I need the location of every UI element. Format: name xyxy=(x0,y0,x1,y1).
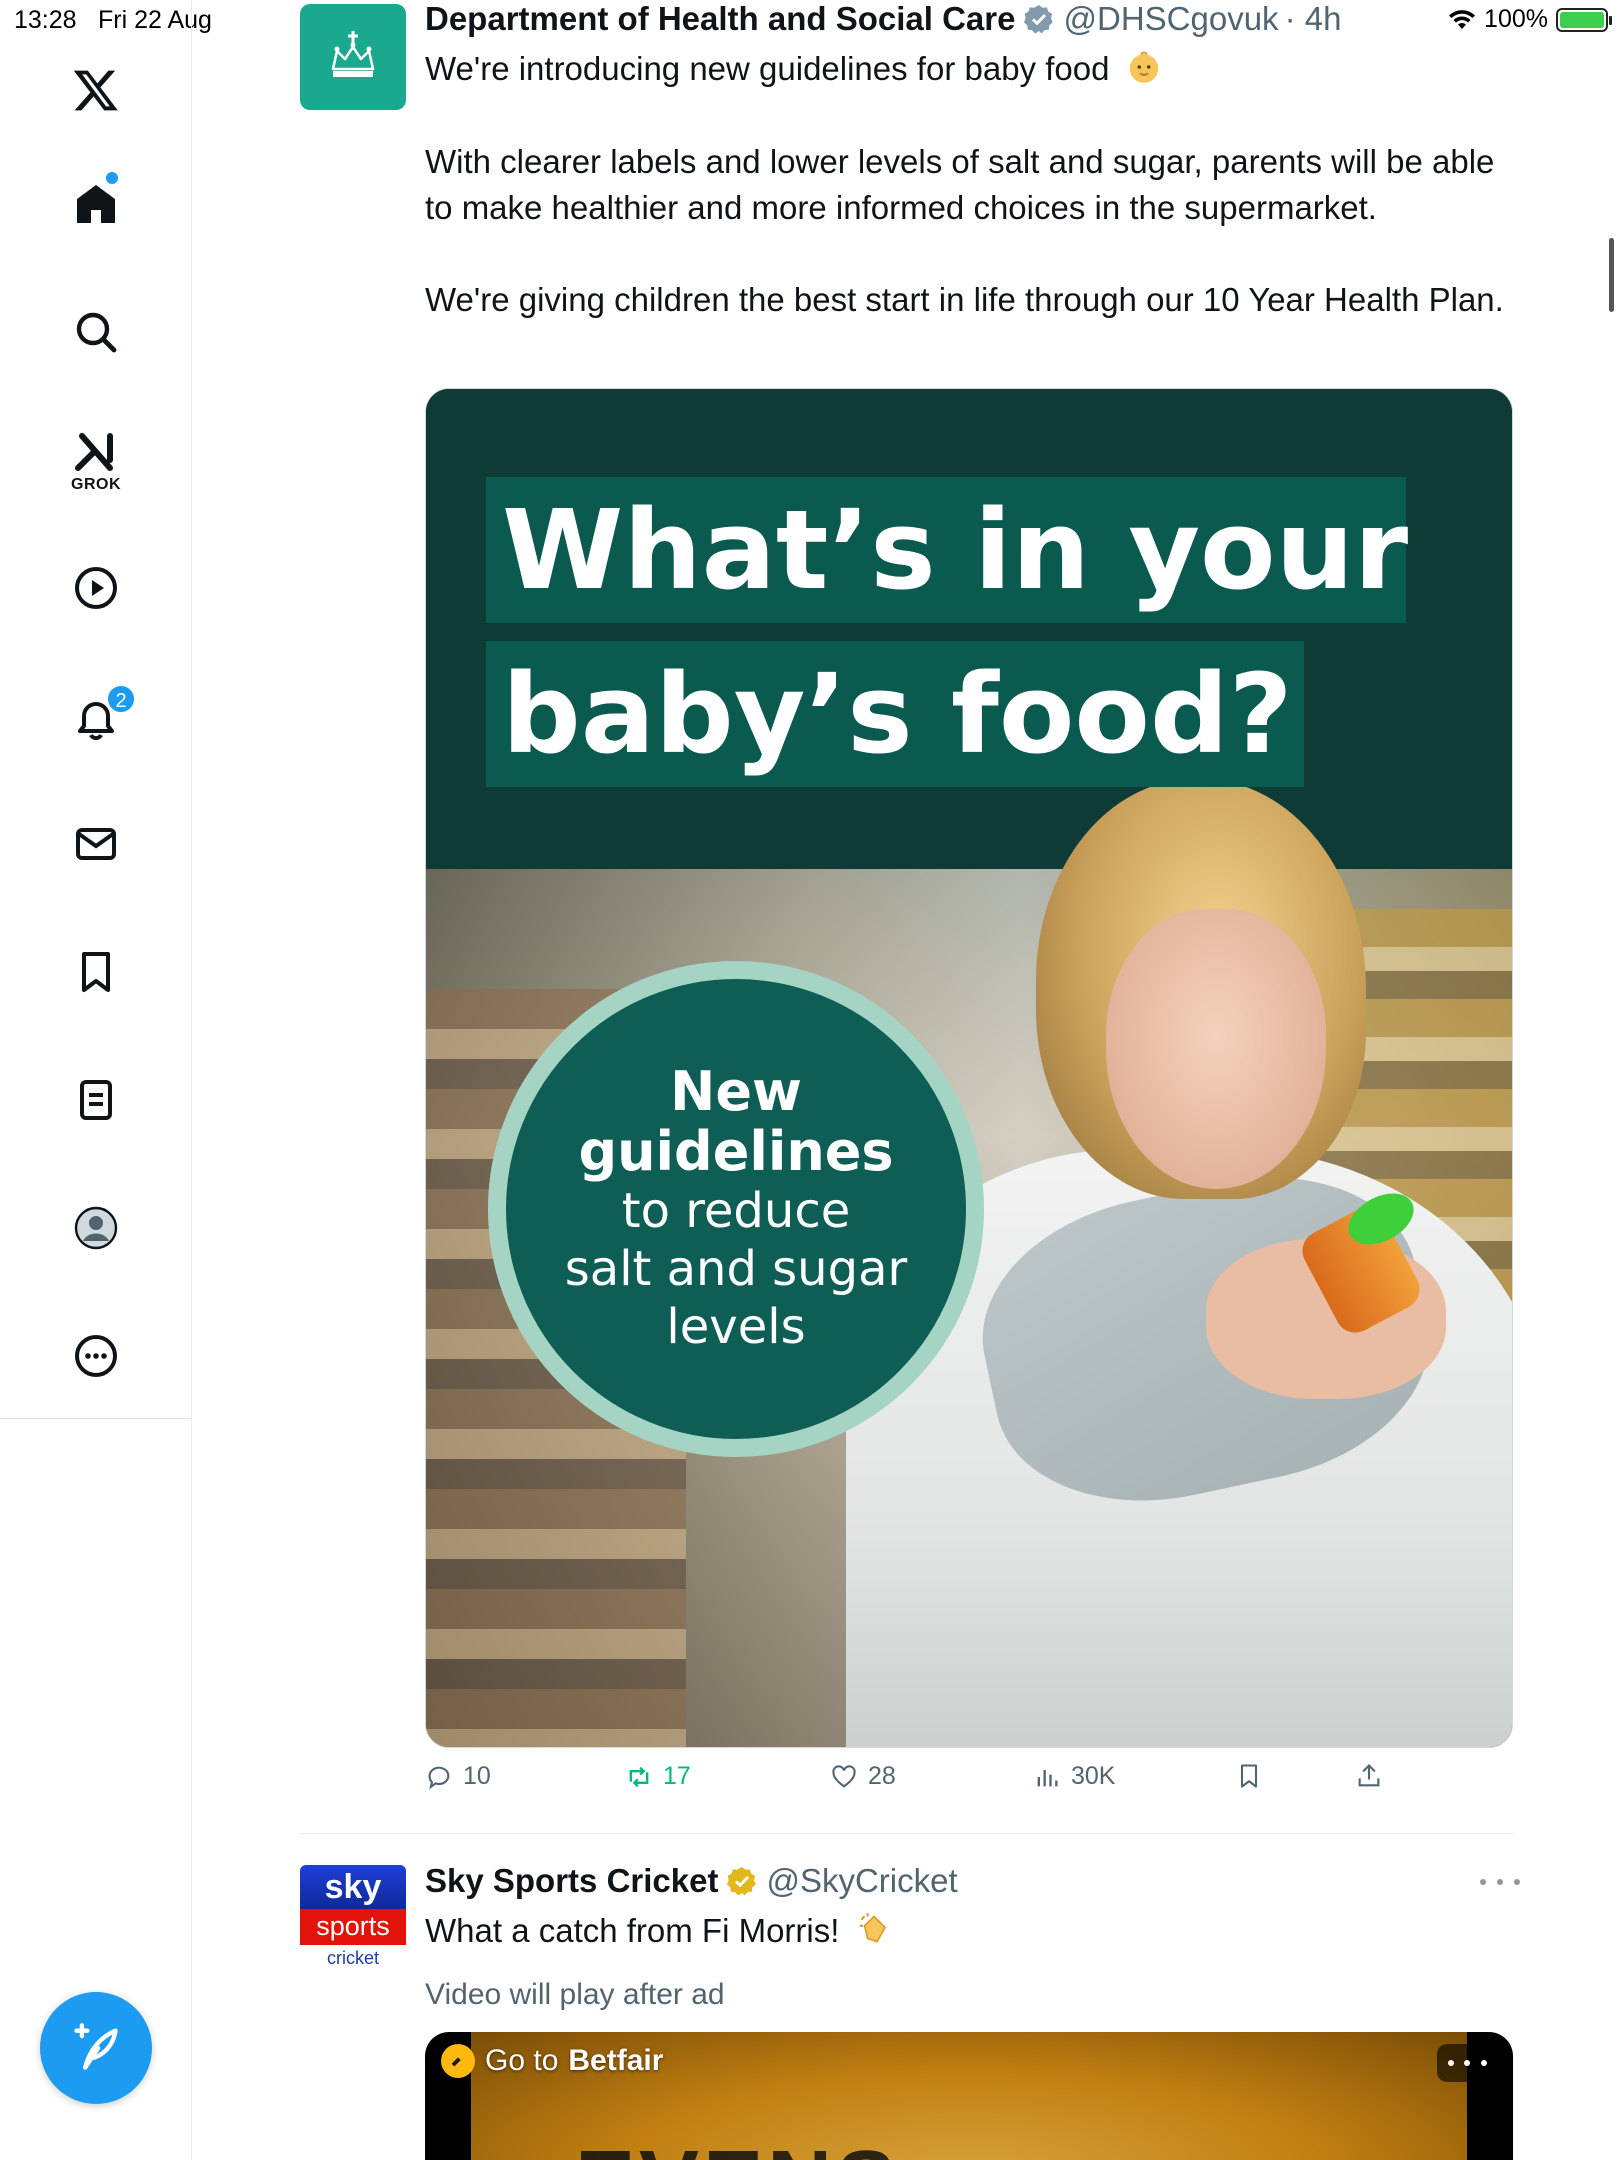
sky-cricket-avatar[interactable]: sky sports cricket xyxy=(300,1865,406,1971)
retweet-arrows-icon xyxy=(629,1766,649,1787)
clapping-hands-emoji-icon xyxy=(859,1913,886,1943)
tweet-text-line1: We're introducing new guidelines for bab… xyxy=(425,46,1505,92)
heart-icon xyxy=(832,1764,856,1788)
tweet-divider xyxy=(300,1833,1514,1834)
image-banner xyxy=(426,389,1512,869)
author-handle[interactable]: @DHSCgovuk xyxy=(1063,0,1278,38)
video-more-options-icon[interactable] xyxy=(1437,2044,1497,2082)
share-button[interactable] xyxy=(1355,1762,1383,1790)
betfair-logo-icon xyxy=(441,2044,475,2078)
badge-line4: salt and sugar xyxy=(564,1241,908,1297)
tweet-more-options-icon[interactable] xyxy=(1480,1868,1520,1896)
tweet-header: Department of Health and Social Care @DH… xyxy=(425,0,1341,38)
compose-post-button[interactable] xyxy=(40,1992,152,2104)
video-overlay-text: EVENS xyxy=(575,2132,900,2160)
sports-logo-text: sports xyxy=(300,1909,406,1945)
battery-percent: 100% xyxy=(1484,5,1548,33)
profile-avatar-icon[interactable] xyxy=(68,1200,124,1256)
image-headline-line2: baby’s food? xyxy=(486,641,1304,787)
author-handle[interactable]: @SkyCricket xyxy=(766,1862,957,1900)
grok-label: GROK xyxy=(71,476,121,493)
video-ad-note: Video will play after ad xyxy=(425,1978,725,2011)
go-to-betfair-link[interactable]: Go to Betfair xyxy=(441,2044,663,2078)
bookmark-icon xyxy=(1240,1764,1258,1788)
battery-icon xyxy=(1556,7,1612,32)
tweet-text-intro: We're introducing new guidelines for bab… xyxy=(425,50,1110,87)
scroll-indicator[interactable] xyxy=(1609,238,1614,312)
tweet-text-line: What a catch from Fi Morris! xyxy=(425,1908,1505,1954)
bookmarks-icon[interactable] xyxy=(68,944,124,1000)
badge-line1: New xyxy=(670,1060,802,1123)
gold-verified-badge-icon xyxy=(727,1867,757,1896)
crown-logo-icon xyxy=(331,31,375,77)
x-logo-icon[interactable] xyxy=(68,62,124,118)
messages-envelope-icon[interactable] xyxy=(68,816,124,872)
tweet-actions: 10 17 28 30K xyxy=(425,1762,1425,1806)
share-upload-icon xyxy=(1358,1764,1380,1787)
post-time: · 4h xyxy=(1284,0,1342,37)
tweet-text-para2: With clearer labels and lower levels of … xyxy=(425,143,1495,226)
badge-line5: levels xyxy=(666,1299,806,1355)
cricket-logo-text: cricket xyxy=(326,1948,379,1968)
more-options-icon[interactable] xyxy=(68,1328,124,1384)
like-button[interactable]: 28 xyxy=(830,1762,896,1791)
go-to-label: Go to xyxy=(485,2044,559,2077)
retweet-button[interactable]: 17 xyxy=(625,1762,691,1791)
badge-line3: to reduce xyxy=(621,1183,851,1239)
wifi-icon xyxy=(1449,9,1476,29)
baby-emoji-icon xyxy=(1129,51,1158,83)
video-player[interactable]: EVENS Go to Betfair xyxy=(425,2032,1513,2160)
home-icon[interactable] xyxy=(68,176,124,232)
dhsc-avatar[interactable] xyxy=(300,4,406,110)
status-indicators: 100% xyxy=(1448,5,1612,34)
like-count: 28 xyxy=(868,1762,896,1790)
reply-count: 10 xyxy=(463,1762,491,1790)
image-headline-line1: What’s in your xyxy=(486,477,1408,623)
woman-face xyxy=(1106,909,1326,1189)
video-play-icon[interactable] xyxy=(68,560,124,616)
gov-verified-badge-icon xyxy=(1024,5,1054,34)
notification-count-badge: 2 xyxy=(106,684,136,714)
lists-icon[interactable] xyxy=(68,1072,124,1128)
search-icon[interactable] xyxy=(68,304,124,360)
home-unread-dot xyxy=(106,172,118,184)
tweet-text-para3: We're giving children the best start in … xyxy=(425,281,1504,318)
sky-logo-text: sky xyxy=(300,1865,406,1909)
reply-bubble-icon xyxy=(428,1766,450,1790)
sidebar-divider xyxy=(0,1418,192,1419)
views-chart-icon xyxy=(1037,1769,1058,1786)
author-name[interactable]: Department of Health and Social Care xyxy=(425,0,1015,38)
guidelines-circle-badge: New guidelines to reduce salt and sugar … xyxy=(488,961,984,1457)
tweet-text-content: What a catch from Fi Morris! xyxy=(425,1912,840,1949)
bookmark-button[interactable] xyxy=(1235,1762,1263,1790)
tweet-image[interactable]: What’s in your baby’s food? New guidelin… xyxy=(425,388,1513,1748)
compose-feather-icon xyxy=(74,2023,118,2070)
sidebar-nav: GROK 2 xyxy=(0,0,192,2160)
reply-button[interactable]: 10 xyxy=(425,1762,491,1791)
retweet-count: 17 xyxy=(663,1762,691,1790)
tweet-header: Sky Sports Cricket @SkyCricket xyxy=(425,1862,958,1900)
brand-label: Betfair xyxy=(568,2044,664,2077)
views-button[interactable]: 30K xyxy=(1033,1762,1115,1791)
view-count: 30K xyxy=(1071,1762,1116,1790)
grok-icon[interactable] xyxy=(68,424,124,480)
author-name[interactable]: Sky Sports Cricket xyxy=(425,1862,718,1900)
badge-line2: guidelines xyxy=(578,1120,894,1183)
